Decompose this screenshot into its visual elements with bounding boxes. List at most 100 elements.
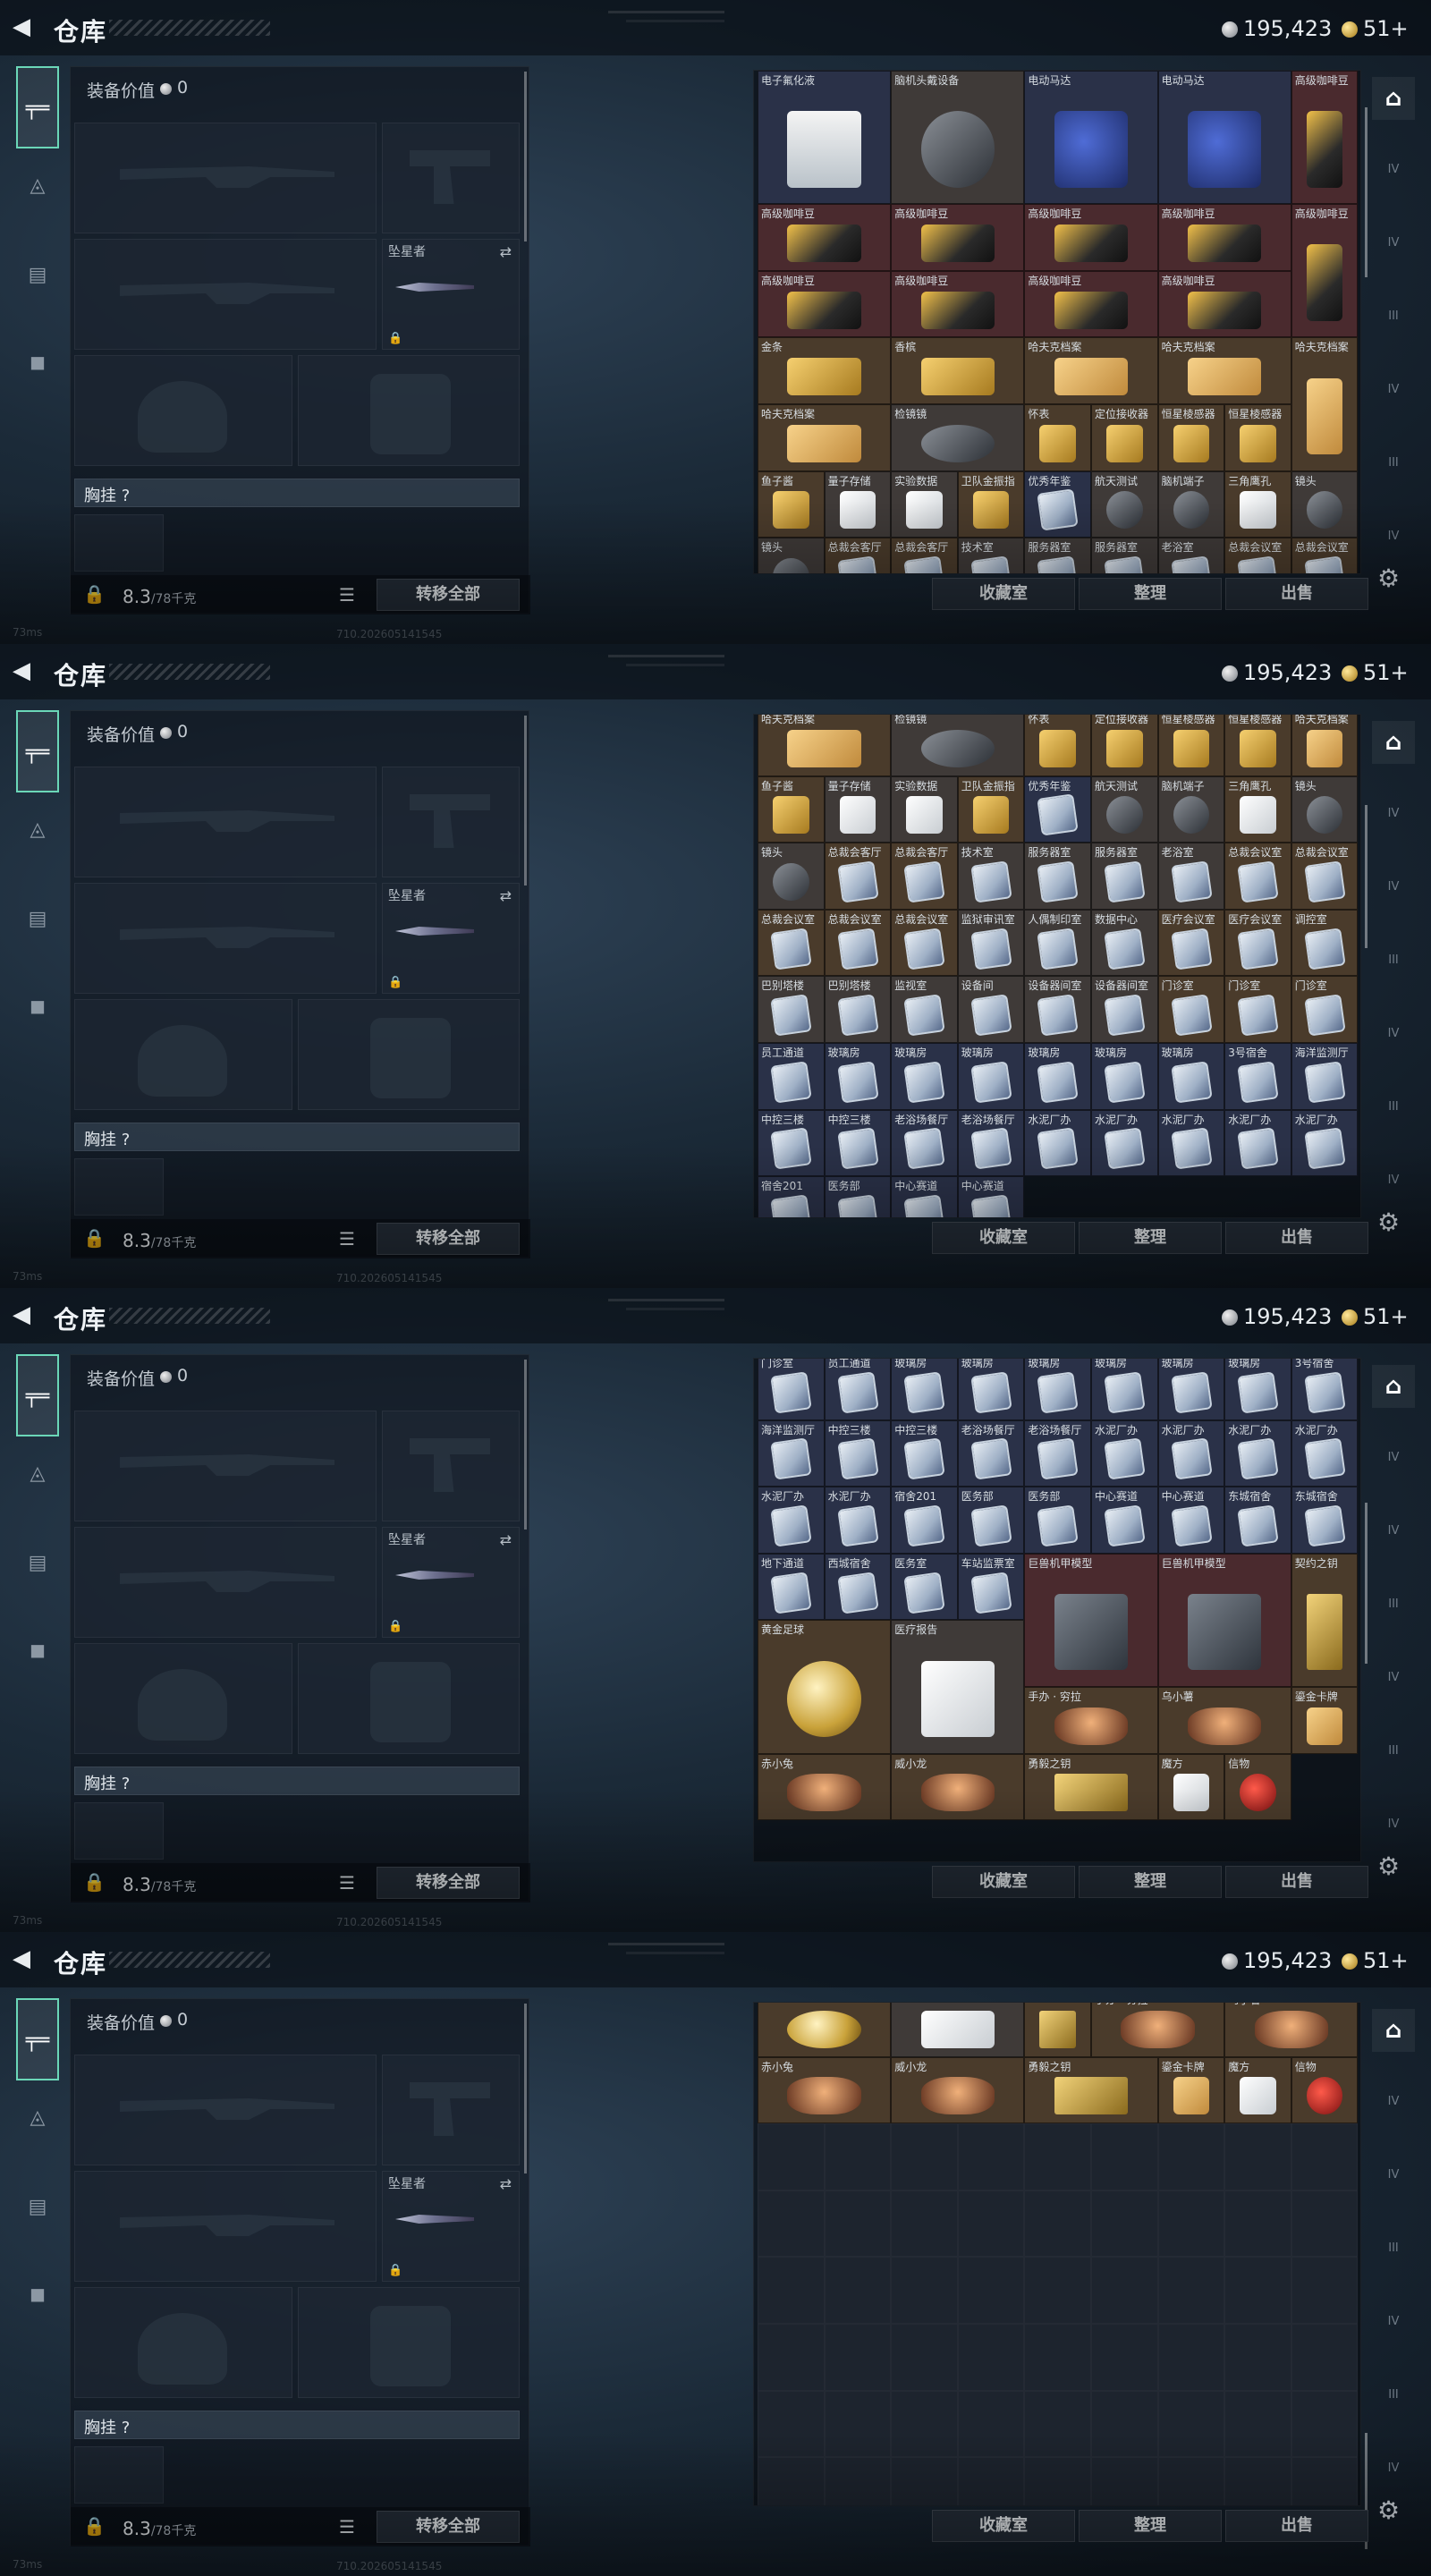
tab-badge-icon[interactable]: IV — [1376, 1016, 1411, 1052]
inventory-item[interactable]: 卫队金振指 — [957, 775, 1025, 843]
melee-slot[interactable]: 坠星者 ⇄ 🔒 — [382, 2171, 520, 2282]
inventory-item[interactable]: 检镜镜 — [891, 715, 1025, 776]
inventory-item[interactable]: 设备器间室 — [1024, 976, 1091, 1043]
inventory-item[interactable]: 门诊室 — [1291, 976, 1359, 1043]
settings-gear-icon[interactable]: ⚙ — [1377, 1208, 1400, 1237]
back-arrow-icon[interactable]: ◀ — [13, 15, 30, 38]
empty-slot[interactable] — [957, 2390, 1025, 2458]
tab-badge-icon[interactable]: IV — [1376, 2304, 1411, 2340]
tab-badge-icon[interactable]: IV — [1376, 796, 1411, 832]
inventory-item[interactable]: 中心赛道 — [1091, 1487, 1158, 1554]
tab-badge-icon[interactable]: IV — [1376, 152, 1411, 188]
tab-badge-icon[interactable]: III — [1376, 943, 1411, 979]
inventory-item[interactable]: 恒星棱感器 — [1224, 715, 1291, 776]
empty-slot[interactable] — [824, 2257, 892, 2324]
inventory-item[interactable]: 乌小薯 — [1157, 1687, 1291, 1754]
inventory-item[interactable]: 3号宿舍 — [1224, 1043, 1291, 1110]
inventory-item[interactable]: 宿舍201 — [891, 1487, 958, 1554]
inventory-item[interactable]: 服务器室 — [1091, 538, 1158, 573]
sell-button[interactable]: 出售 — [1225, 1222, 1368, 1254]
nav-briefcase-icon[interactable]: ◼ — [16, 987, 59, 1027]
inventory-item[interactable]: 员工通道 — [758, 1043, 825, 1110]
inventory-item[interactable]: 老浴场餐厅 — [957, 1419, 1025, 1487]
inventory-item[interactable]: 金条 — [758, 337, 892, 404]
inventory-item[interactable]: 哈夫克档案 — [758, 715, 892, 776]
inventory-item[interactable]: 脑机端子 — [1157, 470, 1225, 538]
armor-slot[interactable] — [298, 1643, 520, 1754]
inventory-item[interactable]: 镜头 — [1291, 775, 1359, 843]
empty-slot[interactable] — [957, 2123, 1025, 2190]
inventory-item[interactable]: 航天测试 — [1091, 470, 1158, 538]
nav-weapons-icon[interactable]: ╤═ — [16, 66, 59, 148]
sell-button[interactable]: 出售 — [1225, 578, 1368, 610]
inventory-item[interactable]: 巴别塔楼 — [758, 976, 825, 1043]
helmet-slot[interactable] — [74, 2287, 292, 2398]
inventory-item[interactable]: 水泥厂办 — [1157, 1419, 1225, 1487]
inventory-item[interactable]: 香槟 — [891, 337, 1025, 404]
sell-button[interactable]: 出售 — [1225, 2510, 1368, 2542]
swap-icon[interactable]: ⇄ — [500, 243, 512, 260]
empty-slot[interactable] — [758, 2457, 825, 2505]
inventory-item[interactable]: 定位接收器 — [1091, 715, 1158, 776]
empty-slot[interactable] — [758, 2190, 825, 2258]
inventory-item[interactable]: 地下通道 — [758, 1553, 825, 1621]
gold-balance[interactable]: 51+ — [1342, 1948, 1409, 1973]
empty-slot[interactable] — [1224, 2390, 1291, 2458]
inventory-item[interactable]: 水泥厂办 — [1291, 1419, 1359, 1487]
inventory-scrollbar[interactable] — [1365, 805, 1367, 948]
lock-icon[interactable]: 🔒 — [83, 2515, 106, 2537]
inventory-item[interactable]: 量子存储 — [824, 775, 892, 843]
sort-button[interactable]: 整理 — [1079, 2510, 1222, 2542]
inventory-item[interactable]: 三角鹰孔 — [1224, 470, 1291, 538]
lock-icon[interactable]: 🔒 — [83, 1871, 106, 1893]
tab-badge-icon[interactable]: III — [1376, 2377, 1411, 2413]
inventory-item[interactable]: 鎏金卡牌 — [1157, 2056, 1225, 2124]
chest-rig-header[interactable]: 胸挂 ? — [74, 1767, 520, 1795]
tab-badge-icon[interactable]: IV — [1376, 225, 1411, 261]
empty-slot[interactable] — [1024, 2123, 1091, 2190]
inventory-item[interactable]: 玻璃房 — [891, 1359, 958, 1420]
inventory-item[interactable]: 总裁会议室 — [758, 909, 825, 977]
inventory-item[interactable]: 玻璃房 — [824, 1043, 892, 1110]
loadout-scrollbar[interactable] — [524, 72, 527, 242]
lock-icon[interactable]: 🔒 — [83, 583, 106, 605]
inventory-item[interactable]: 玻璃房 — [1091, 1043, 1158, 1110]
chest-rig-slot[interactable] — [74, 1158, 164, 1216]
inventory-item[interactable]: 总裁会客厅 — [891, 538, 958, 573]
back-arrow-icon[interactable]: ◀ — [13, 1303, 30, 1326]
inventory-item[interactable]: 总裁会议室 — [891, 909, 958, 977]
empty-slot[interactable] — [891, 2324, 958, 2391]
nav-weapons-icon[interactable]: ╤═ — [16, 710, 59, 792]
inventory-item[interactable]: 巴别塔楼 — [824, 976, 892, 1043]
empty-slot[interactable] — [891, 2123, 958, 2190]
inventory-item[interactable]: 赤小兔 — [758, 2056, 892, 2124]
empty-slot[interactable] — [957, 2190, 1025, 2258]
inventory-item[interactable]: 鱼子酱 — [758, 775, 825, 843]
inventory-item[interactable]: 玻璃房 — [891, 1043, 958, 1110]
inventory-item[interactable]: 玻璃房 — [1224, 1359, 1291, 1420]
tab-badge-icon[interactable]: IV — [1376, 1660, 1411, 1696]
primary-weapon-slot[interactable] — [74, 767, 377, 877]
warehouse-tab-icon[interactable]: ⌂ — [1372, 1365, 1415, 1408]
empty-slot[interactable] — [1091, 2190, 1158, 2258]
loadout-scrollbar[interactable] — [524, 2004, 527, 2174]
inventory-item[interactable]: 高级咖啡豆 — [1291, 204, 1359, 338]
tab-badge-icon[interactable]: III — [1376, 1587, 1411, 1623]
inventory-item[interactable]: 水泥厂办 — [1224, 1109, 1291, 1177]
list-icon[interactable]: ☰ — [339, 1228, 355, 1250]
tab-badge-icon[interactable]: III — [1376, 445, 1411, 481]
inventory-item[interactable]: 实验数据 — [891, 470, 958, 538]
inventory-item[interactable]: 中控三楼 — [758, 1109, 825, 1177]
inventory-item[interactable]: 老浴场餐厅 — [957, 1109, 1025, 1177]
inventory-item[interactable]: 高级咖啡豆 — [1024, 204, 1158, 271]
back-arrow-icon[interactable]: ◀ — [13, 1947, 30, 1970]
primary-weapon-slot[interactable] — [74, 123, 377, 233]
swap-icon[interactable]: ⇄ — [500, 1531, 512, 1548]
inventory-item[interactable]: 玻璃房 — [1157, 1043, 1225, 1110]
inventory-item[interactable]: 恒星棱感器 — [1157, 715, 1225, 776]
inventory-item[interactable]: 玻璃房 — [957, 1359, 1025, 1420]
inventory-item[interactable]: 玻璃房 — [1024, 1043, 1091, 1110]
loadout-scrollbar[interactable] — [524, 716, 527, 886]
inventory-item[interactable]: 勇毅之钥 — [1024, 1753, 1158, 1821]
sidearm-slot[interactable] — [382, 123, 520, 233]
